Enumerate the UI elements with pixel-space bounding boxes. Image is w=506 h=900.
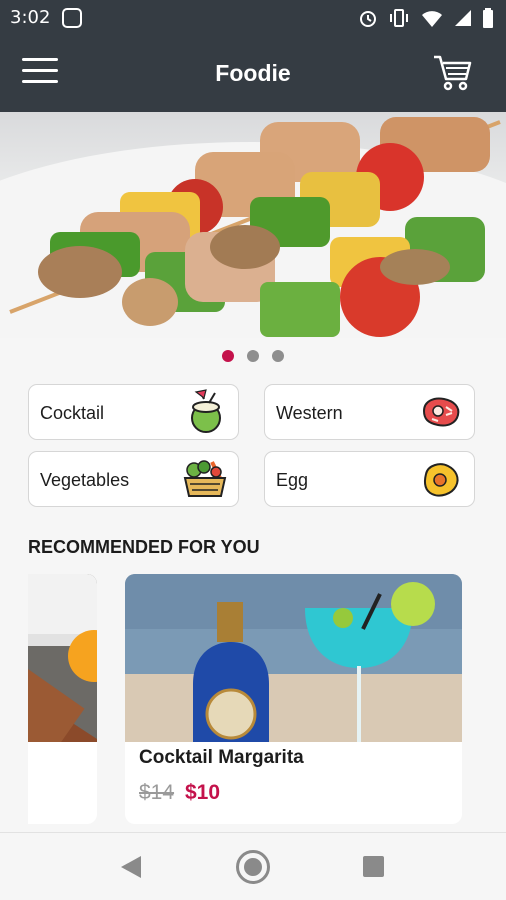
card-image <box>125 574 462 742</box>
carousel-dot[interactable] <box>222 350 234 362</box>
banner-image <box>0 117 506 338</box>
battery-icon <box>483 8 493 28</box>
category-label: Cocktail <box>40 403 105 423</box>
wifi-icon <box>422 11 442 27</box>
signal-icon <box>455 10 471 26</box>
back-icon[interactable] <box>120 855 142 879</box>
status-icons <box>358 6 494 30</box>
home-icon[interactable] <box>236 850 270 884</box>
category-egg[interactable]: Egg <box>264 451 475 507</box>
recent-apps-icon[interactable] <box>363 856 384 877</box>
app-title: Foodie <box>215 60 291 86</box>
system-nav-bar <box>0 832 506 900</box>
fried-egg-icon <box>423 463 459 497</box>
item-name: Cocktail Margarita <box>139 747 304 768</box>
carousel-dot[interactable] <box>247 350 259 362</box>
recommended-card[interactable]: Cocktail Margarita $14 $10 <box>125 574 462 824</box>
card-image <box>28 574 97 758</box>
status-bar: 3:02 <box>0 0 506 36</box>
category-cocktail[interactable]: Cocktail <box>28 384 239 440</box>
status-time: 3:02 <box>10 7 51 28</box>
recommended-card-partial[interactable] <box>28 574 97 824</box>
category-vegetables[interactable]: Vegetables <box>28 451 239 507</box>
vibrate-icon <box>390 9 408 27</box>
carousel-dot[interactable] <box>272 350 284 362</box>
category-label: Egg <box>276 470 309 490</box>
banner-carousel[interactable] <box>0 112 506 338</box>
category-label: Western <box>276 403 343 423</box>
steak-icon <box>422 397 460 427</box>
vegetable-basket-icon <box>183 460 227 497</box>
app-notification-icon <box>62 8 82 28</box>
item-price: $10 <box>185 781 221 804</box>
alarm-icon <box>360 11 376 27</box>
category-western[interactable]: Western <box>264 384 475 440</box>
category-label: Vegetables <box>40 470 130 490</box>
item-old-price: $14 <box>139 781 175 804</box>
app-bar: Foodie <box>0 36 506 112</box>
carousel-indicator <box>0 350 506 362</box>
cart-icon[interactable] <box>432 54 472 92</box>
coconut-drink-icon <box>191 389 221 433</box>
section-title: RECOMMENDED FOR YOU <box>28 537 260 557</box>
